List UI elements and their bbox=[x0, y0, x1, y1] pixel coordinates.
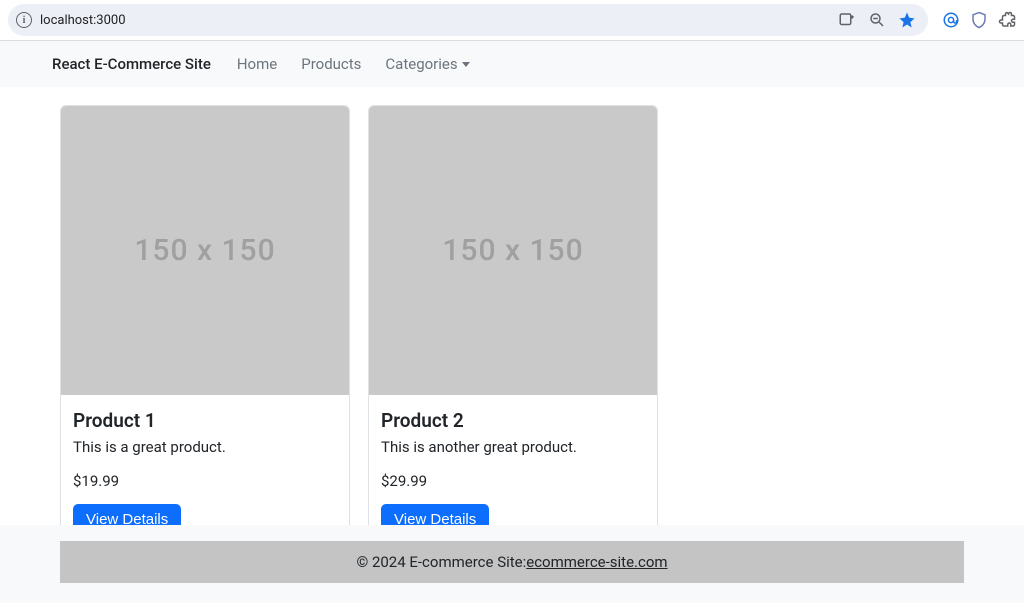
product-card: 150 x 150 Product 1 This is a great prod… bbox=[60, 105, 350, 552]
footer-link[interactable]: ecommerce-site.com bbox=[526, 553, 667, 571]
product-price: $29.99 bbox=[381, 472, 645, 490]
shield-icon[interactable] bbox=[970, 11, 988, 29]
extensions-puzzle-icon[interactable] bbox=[998, 11, 1016, 29]
footer-section: © 2024 E-commerce Site:ecommerce-site.co… bbox=[0, 525, 1024, 603]
product-image-placeholder: 150 x 150 bbox=[61, 106, 349, 395]
product-description: This is a great product. bbox=[73, 438, 337, 456]
product-grid: 150 x 150 Product 1 This is a great prod… bbox=[0, 87, 1024, 552]
product-title: Product 2 bbox=[381, 409, 645, 432]
zoom-icon[interactable] bbox=[868, 11, 886, 29]
main-navbar: React E-Commerce Site Home Products Cate… bbox=[0, 41, 1024, 87]
bookmark-star-icon[interactable] bbox=[898, 11, 916, 29]
chevron-down-icon bbox=[462, 62, 470, 67]
product-description: This is another great product. bbox=[381, 438, 645, 456]
nav-link-categories-label: Categories bbox=[385, 55, 457, 73]
browser-address-bar[interactable]: i localhost:3000 bbox=[8, 4, 928, 36]
nav-link-products[interactable]: Products bbox=[293, 49, 369, 79]
extension-at-icon[interactable] bbox=[942, 11, 960, 29]
brand[interactable]: React E-Commerce Site bbox=[52, 49, 211, 79]
footer: © 2024 E-commerce Site:ecommerce-site.co… bbox=[60, 541, 964, 583]
product-card: 150 x 150 Product 2 This is another grea… bbox=[368, 105, 658, 552]
product-image-placeholder: 150 x 150 bbox=[369, 106, 657, 395]
nav-link-categories[interactable]: Categories bbox=[377, 49, 477, 79]
nav-link-home[interactable]: Home bbox=[229, 49, 285, 79]
install-app-icon[interactable] bbox=[838, 11, 856, 29]
site-info-icon[interactable]: i bbox=[16, 12, 32, 28]
product-price: $19.99 bbox=[73, 472, 337, 490]
url-text: localhost:3000 bbox=[40, 13, 838, 28]
footer-copyright: © 2024 E-commerce Site: bbox=[356, 553, 526, 571]
product-title: Product 1 bbox=[73, 409, 337, 432]
